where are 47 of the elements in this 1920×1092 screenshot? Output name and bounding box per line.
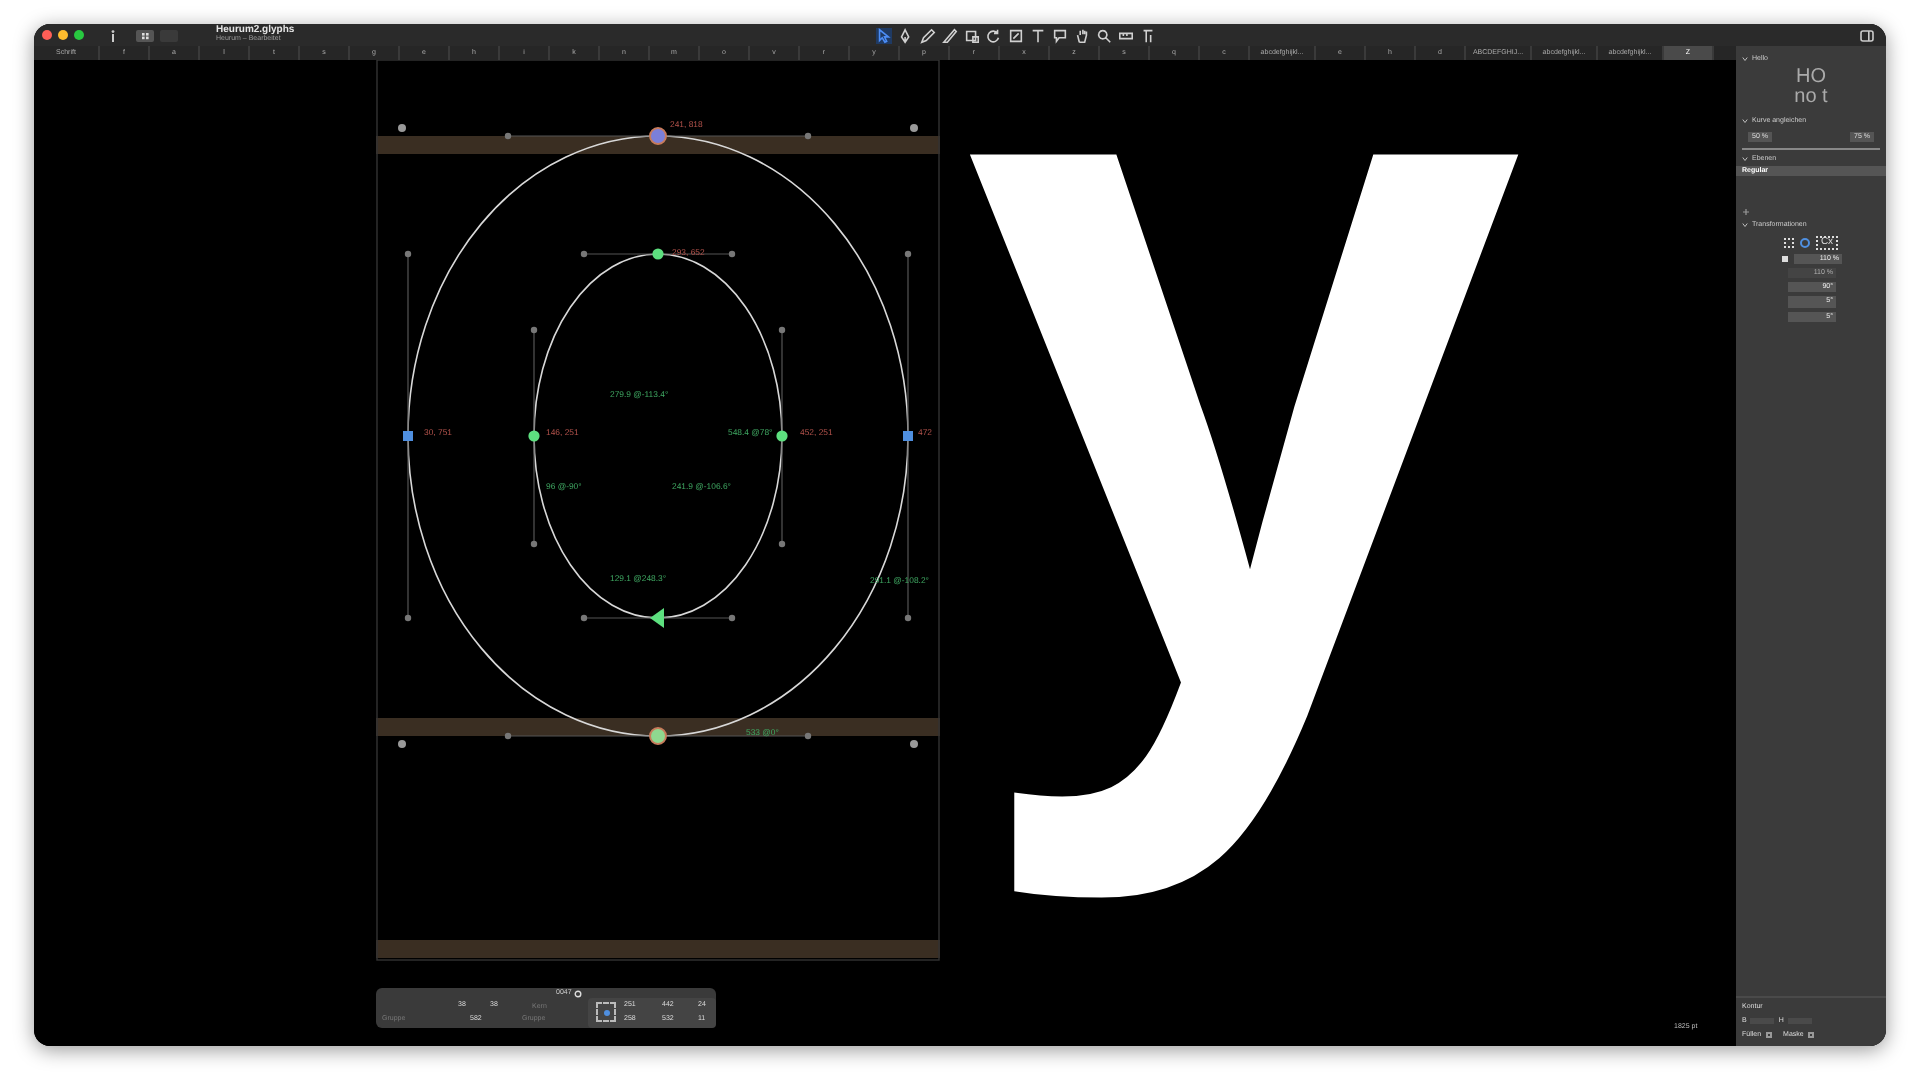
corner-node <box>903 431 913 441</box>
text-tool-icon[interactable] <box>1030 27 1047 43</box>
search-icon[interactable] <box>1096 27 1113 43</box>
origin-point-icon[interactable] <box>1800 237 1811 247</box>
smooth-node <box>649 727 667 745</box>
hand-icon[interactable] <box>1074 27 1091 43</box>
grid-view-icon[interactable] <box>136 29 154 41</box>
rotate-icon[interactable] <box>986 27 1003 43</box>
speech-bubble-icon[interactable] <box>1052 27 1069 43</box>
ruler-icon[interactable] <box>1118 27 1135 43</box>
bounding-box-handle <box>910 740 918 748</box>
smooth-node <box>652 248 664 260</box>
plus-icon[interactable] <box>1742 208 1750 217</box>
bounding-box-handle <box>910 124 918 132</box>
bounding-box-handle <box>398 740 406 748</box>
origin-grid-icon[interactable] <box>596 1002 616 1022</box>
slider-track[interactable] <box>1742 145 1880 150</box>
alignment-grid-icon[interactable] <box>1784 237 1795 247</box>
preview-text: HO <box>1796 68 1826 89</box>
disclosure-icon[interactable] <box>1742 155 1748 162</box>
select-arrow-icon[interactable] <box>876 27 893 43</box>
checkbox[interactable] <box>1807 1031 1814 1038</box>
zoom-button[interactable] <box>74 30 84 40</box>
selection-panel <box>588 998 716 1028</box>
sidebar-toggle-icon[interactable] <box>1860 29 1874 41</box>
glyph-preview: y <box>962 138 1524 906</box>
pen-icon[interactable] <box>898 27 915 43</box>
corner-node <box>403 431 413 441</box>
knife-icon[interactable] <box>942 27 959 43</box>
settings-icon[interactable] <box>574 990 582 998</box>
shapes-icon[interactable] <box>1140 27 1157 43</box>
bounding-box-handle <box>398 124 406 132</box>
scale-icon[interactable] <box>1008 27 1025 43</box>
pencil-icon[interactable] <box>920 27 937 43</box>
checkbox[interactable] <box>1765 1031 1772 1038</box>
start-node <box>649 127 667 145</box>
direction-arrow <box>650 608 664 628</box>
smooth-node <box>528 430 540 442</box>
minimize-button[interactable] <box>58 30 68 40</box>
preview-text: no t <box>1794 88 1828 109</box>
disclosure-icon[interactable] <box>1742 222 1748 229</box>
disclosure-icon[interactable] <box>1742 118 1748 125</box>
close-button[interactable] <box>42 30 52 40</box>
disclosure-icon[interactable] <box>1742 56 1748 63</box>
info-icon[interactable] <box>110 29 116 41</box>
lock-icon[interactable] <box>1781 255 1787 262</box>
smooth-node <box>776 430 788 442</box>
